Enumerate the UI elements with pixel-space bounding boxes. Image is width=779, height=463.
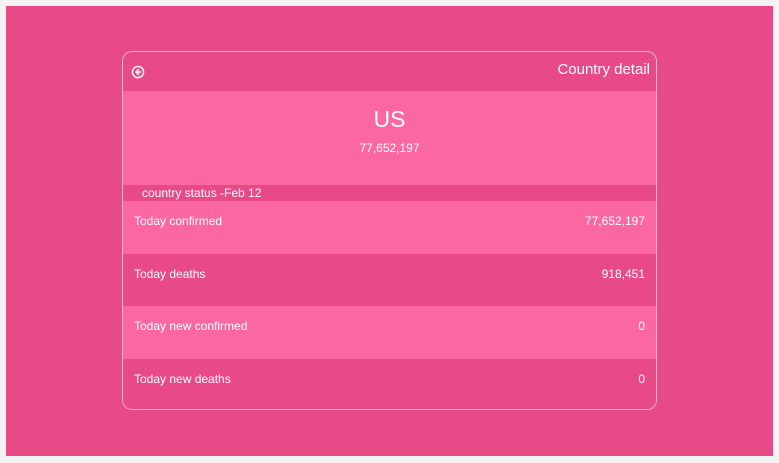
stat-label: Today new confirmed — [134, 319, 248, 333]
stat-row-today-new-confirmed: Today new confirmed 0 — [123, 306, 656, 359]
stats-list: Today confirmed 77,652,197 Today deaths … — [123, 201, 656, 409]
country-summary: US 77,652,197 — [123, 91, 656, 185]
stat-label: Today new deaths — [134, 371, 231, 386]
stat-row-today-confirmed: Today confirmed 77,652,197 — [123, 201, 656, 254]
country-name: US — [373, 106, 406, 132]
status-label: country status -Feb 12 — [142, 186, 262, 200]
country-total-confirmed: 77,652,197 — [359, 141, 420, 155]
stat-row-today-new-deaths: Today new deaths 0 — [123, 358, 656, 409]
stat-value: 0 — [638, 371, 645, 386]
stat-row-today-deaths: Today deaths 918,451 — [123, 253, 656, 306]
back-button[interactable] — [131, 65, 145, 79]
stat-value: 0 — [638, 319, 645, 333]
status-header: country status -Feb 12 — [123, 185, 656, 201]
page-title: Country detail — [557, 61, 650, 78]
stat-value: 77,652,197 — [584, 214, 645, 228]
stat-value: 918,451 — [601, 266, 645, 281]
country-detail-card: Country detail US 77,652,197 country sta… — [122, 51, 657, 410]
stat-label: Today confirmed — [134, 214, 223, 228]
card-header: Country detail — [123, 52, 656, 91]
circle-arrow-left-icon — [131, 65, 145, 79]
app-background: Country detail US 77,652,197 country sta… — [6, 6, 773, 456]
stat-label: Today deaths — [134, 266, 206, 281]
